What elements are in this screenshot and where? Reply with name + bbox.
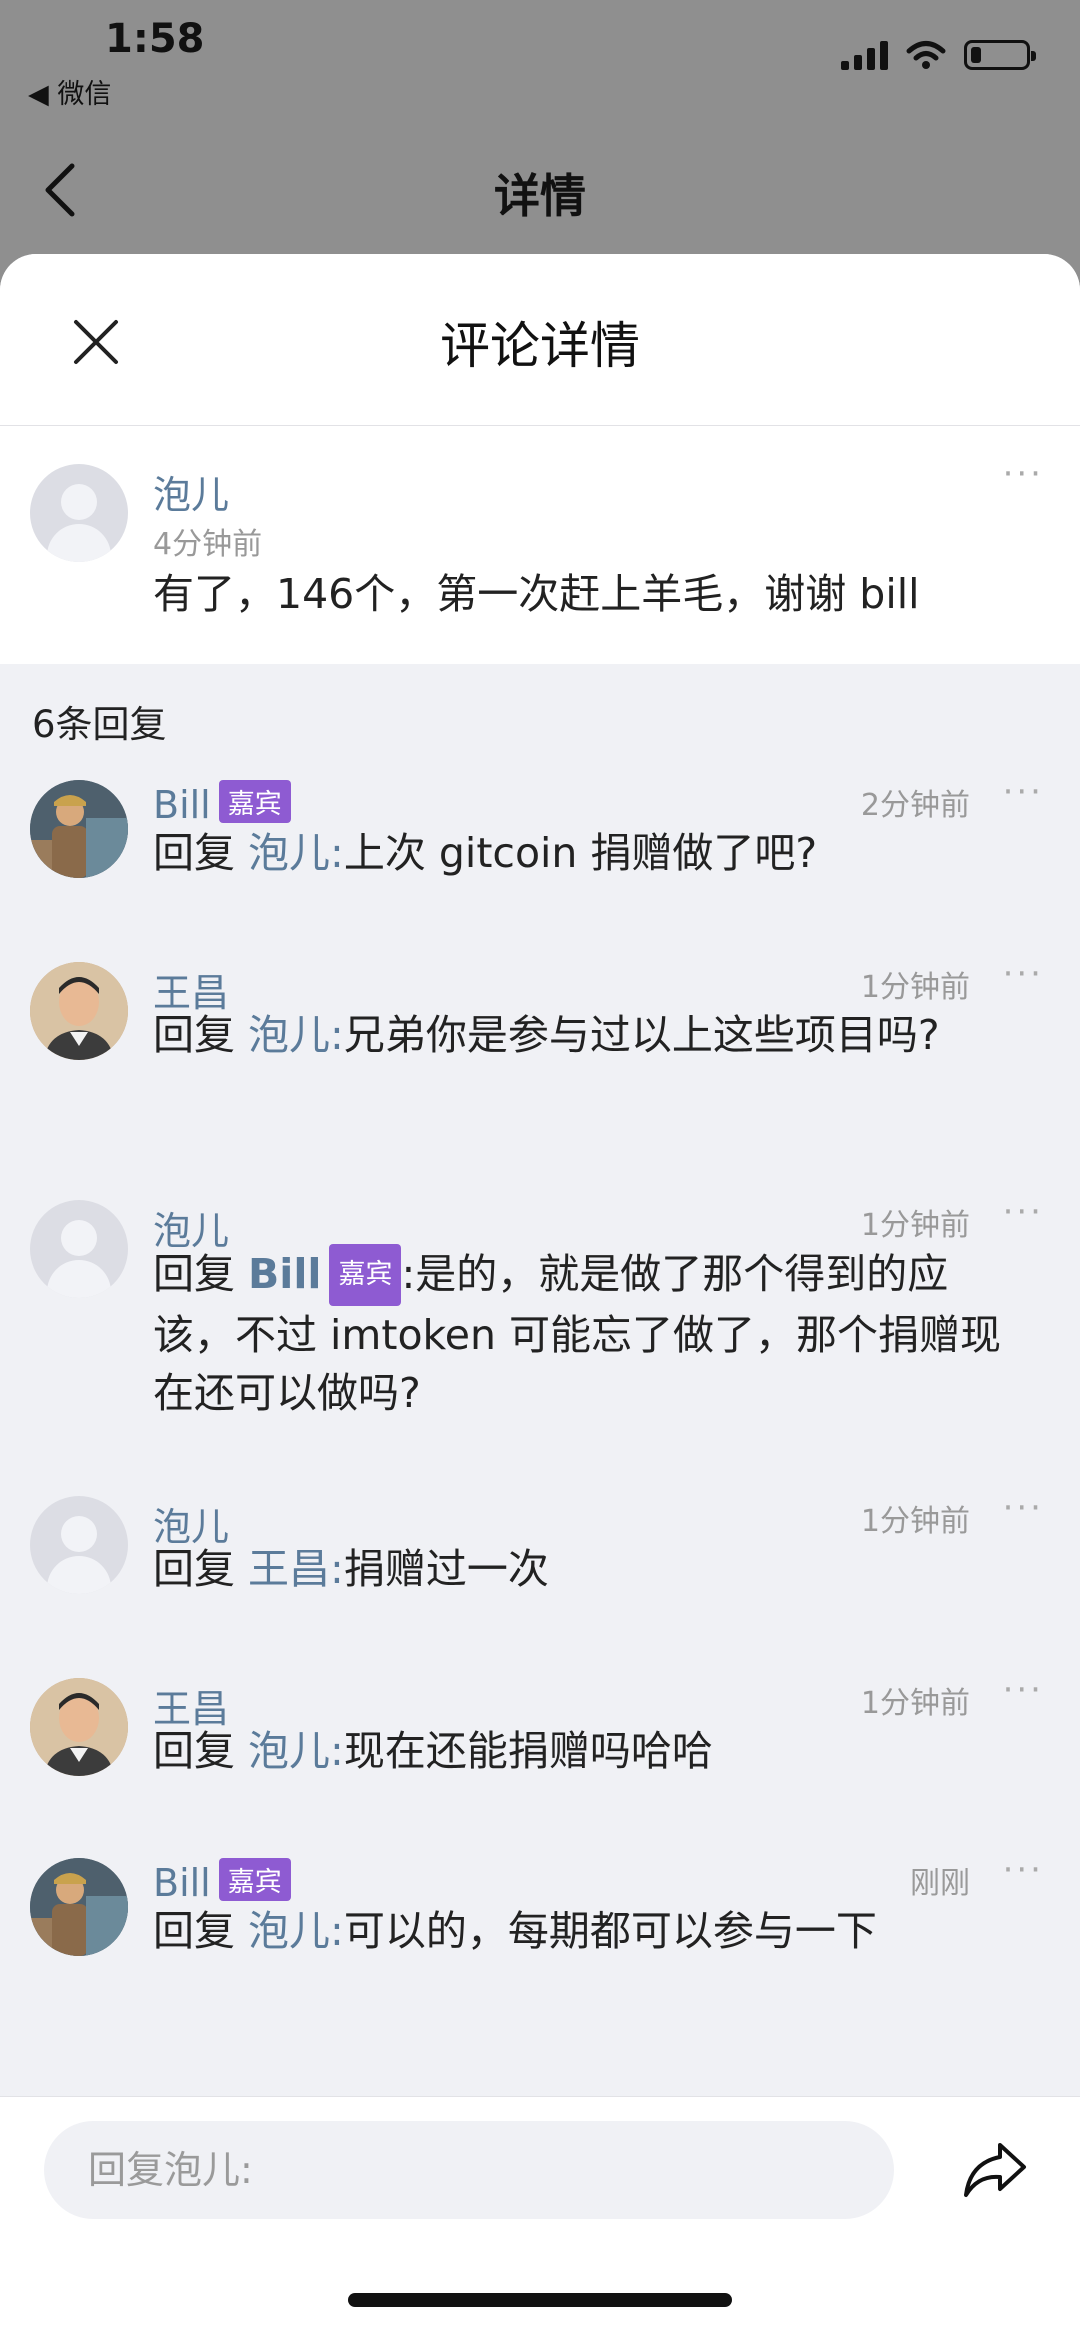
avatar[interactable] bbox=[30, 1496, 128, 1594]
avatar[interactable] bbox=[30, 1678, 128, 1776]
reply-time: 刚刚 bbox=[910, 1866, 970, 1901]
more-dots-icon[interactable]: ··· bbox=[1003, 1488, 1044, 1528]
reply-time: 1分钟前 bbox=[860, 970, 970, 1005]
reply-time: 1分钟前 bbox=[860, 1686, 970, 1721]
reply-content: 回复 王昌:捐赠过一次 bbox=[153, 1540, 1003, 1598]
more-dots-icon[interactable]: ··· bbox=[1003, 772, 1044, 812]
reply-mention[interactable]: Bill bbox=[248, 1250, 321, 1298]
reply-content: 回复 泡儿:兄弟你是参与过以上这些项目吗? bbox=[153, 1006, 993, 1064]
reply-prefix: 回复 bbox=[153, 829, 235, 877]
reply-mention[interactable]: 王昌: bbox=[248, 1545, 344, 1593]
battery-icon bbox=[964, 40, 1036, 70]
reply-prefix: 回复 bbox=[153, 1907, 235, 1955]
reply-author-name: Bill bbox=[153, 783, 211, 827]
reply-item: 泡儿 1分钟前 ··· 回复 王昌:捐赠过一次 bbox=[0, 1488, 1080, 1626]
reply-item: 王昌 1分钟前 ··· 回复 泡儿:兄弟你是参与过以上这些项目吗? bbox=[0, 954, 1080, 1132]
reply-time: 2分钟前 bbox=[860, 788, 970, 823]
reply-mention[interactable]: 泡儿: bbox=[248, 1011, 344, 1059]
more-dots-icon[interactable]: ··· bbox=[1003, 1192, 1044, 1232]
back-to-app-link[interactable]: ◀ 微信 bbox=[28, 72, 111, 111]
cellular-signal-icon bbox=[841, 40, 888, 70]
avatar[interactable] bbox=[30, 464, 128, 562]
status-bar: 1:58 ◀ 微信 bbox=[0, 0, 1080, 150]
reply-time: 1分钟前 bbox=[860, 1208, 970, 1243]
reply-author[interactable]: Bill 嘉宾 bbox=[153, 780, 291, 827]
reply-count: 6条回复 bbox=[32, 703, 167, 746]
status-time: 1:58 bbox=[105, 16, 205, 62]
comment-author[interactable]: 泡儿 bbox=[153, 464, 229, 519]
comment-detail-sheet: 评论详情 泡儿 4分钟前 ··· 有了，146个，第一次赶上羊毛，谢谢 bill… bbox=[0, 254, 1080, 2337]
reply-time: 1分钟前 bbox=[860, 1504, 970, 1539]
wifi-icon bbox=[906, 41, 946, 69]
home-indicator bbox=[348, 2293, 732, 2307]
underlying-page-header: 详情 bbox=[0, 150, 1080, 260]
reply-item: 王昌 1分钟前 ··· 回复 泡儿:现在还能捐赠吗哈哈 bbox=[0, 1670, 1080, 1808]
reply-author-name: Bill bbox=[153, 1861, 211, 1905]
comment-time: 4分钟前 bbox=[153, 527, 263, 562]
reply-content: 回复 泡儿:上次 gitcoin 捐赠做了吧? bbox=[153, 824, 1003, 882]
avatar[interactable] bbox=[30, 1200, 128, 1298]
more-dots-icon[interactable]: ··· bbox=[1003, 954, 1044, 994]
guest-badge: 嘉宾 bbox=[218, 1858, 291, 1901]
reply-input[interactable] bbox=[44, 2121, 894, 2219]
main-comment: 泡儿 4分钟前 ··· 有了，146个，第一次赶上羊毛，谢谢 bill bbox=[0, 426, 1080, 664]
underlying-page-title: 详情 bbox=[494, 169, 586, 223]
reply-text: 现在还能捐赠吗哈哈 bbox=[343, 1727, 713, 1775]
reply-item: Bill 嘉宾 2分钟前 ··· 回复 泡儿:上次 gitcoin 捐赠做了吧? bbox=[0, 772, 1080, 930]
reply-content: 回复 Bill 嘉宾:是的，就是做了那个得到的应该，不过 imtoken 可能忘了… bbox=[153, 1244, 1003, 1422]
more-dots-icon[interactable]: ··· bbox=[1003, 1670, 1044, 1710]
reply-text: 兄弟你是参与过以上这些项目吗? bbox=[343, 1011, 940, 1059]
more-dots-icon[interactable]: ··· bbox=[1003, 1850, 1044, 1890]
guest-badge: 嘉宾 bbox=[218, 780, 291, 823]
reply-mention[interactable]: 泡儿: bbox=[248, 829, 344, 877]
reply-prefix: 回复 bbox=[153, 1250, 235, 1298]
reply-prefix: 回复 bbox=[153, 1545, 235, 1593]
reply-mention[interactable]: 泡儿: bbox=[248, 1727, 344, 1775]
reply-mention[interactable]: 泡儿: bbox=[248, 1907, 344, 1955]
reply-content: 回复 泡儿:现在还能捐赠吗哈哈 bbox=[153, 1722, 1003, 1780]
avatar[interactable] bbox=[30, 780, 128, 878]
avatar[interactable] bbox=[30, 1858, 128, 1956]
reply-prefix: 回复 bbox=[153, 1727, 235, 1775]
sheet-header: 评论详情 bbox=[0, 254, 1080, 426]
reply-item: 泡儿 1分钟前 ··· 回复 Bill 嘉宾:是的，就是做了那个得到的应该，不过 … bbox=[0, 1192, 1080, 1440]
reply-item: Bill 嘉宾 刚刚 ··· 回复 泡儿:可以的，每期都可以参与一下 bbox=[0, 1850, 1080, 1988]
battery-level bbox=[971, 47, 981, 63]
reply-text: 可以的，每期都可以参与一下 bbox=[343, 1907, 877, 1955]
reply-prefix: 回复 bbox=[153, 1011, 235, 1059]
reply-text: 捐赠过一次 bbox=[343, 1545, 549, 1593]
reply-text: 上次 gitcoin 捐赠做了吧? bbox=[343, 829, 818, 877]
share-arrow-icon[interactable] bbox=[962, 2139, 1028, 2201]
avatar[interactable] bbox=[30, 962, 128, 1060]
reply-author[interactable]: Bill 嘉宾 bbox=[153, 1858, 291, 1905]
guest-badge: 嘉宾 bbox=[329, 1244, 402, 1306]
reply-bar bbox=[0, 2096, 1080, 2337]
more-dots-icon[interactable]: ··· bbox=[1003, 454, 1044, 494]
reply-content: 回复 泡儿:可以的，每期都可以参与一下 bbox=[153, 1902, 1003, 1960]
comment-content: 有了，146个，第一次赶上羊毛，谢谢 bill bbox=[153, 570, 920, 618]
sheet-title: 评论详情 bbox=[440, 317, 640, 375]
status-icons bbox=[841, 40, 1036, 70]
